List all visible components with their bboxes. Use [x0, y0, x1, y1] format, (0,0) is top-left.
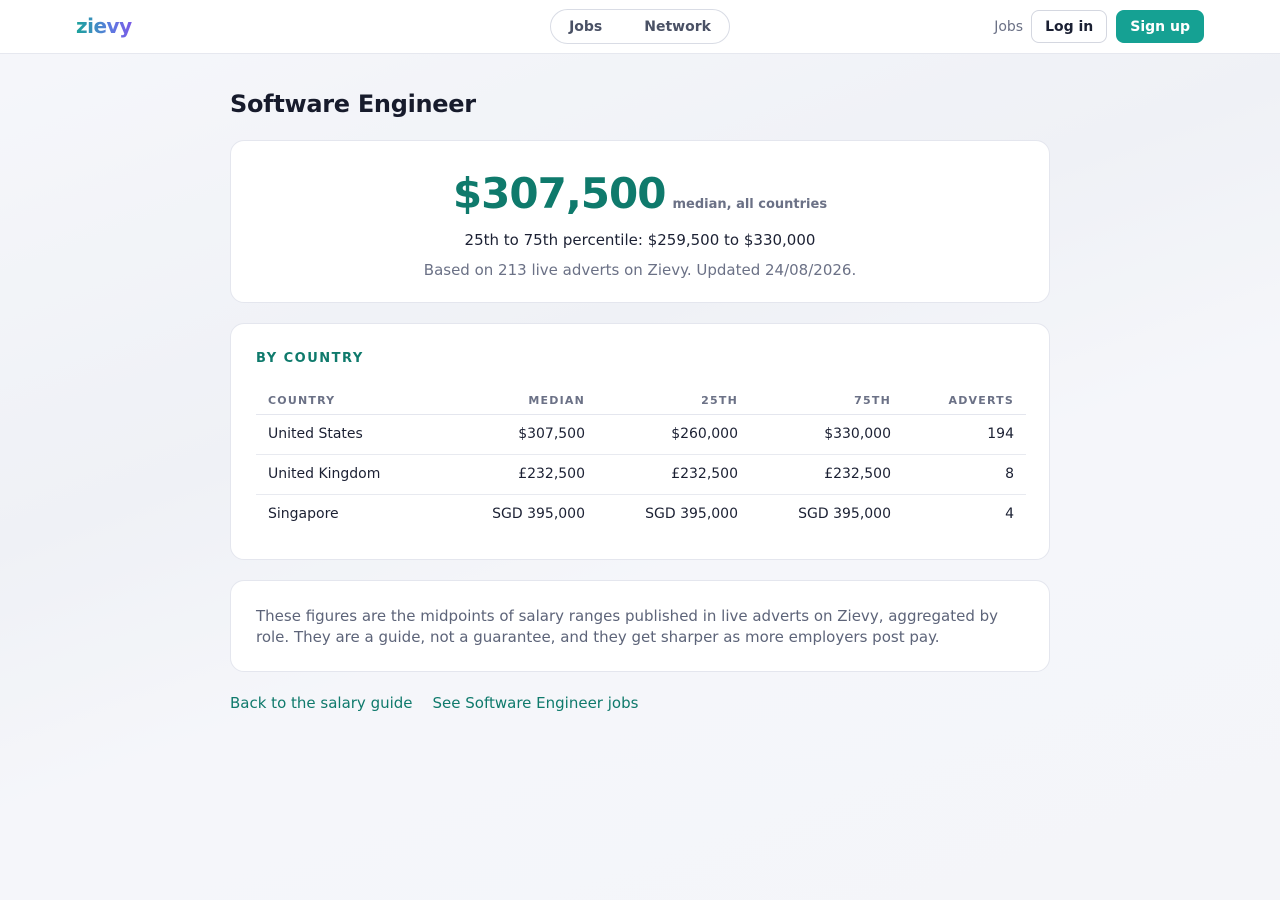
jobs-link[interactable]: Jobs: [994, 19, 1023, 35]
login-button[interactable]: Log in: [1031, 10, 1108, 43]
based-on-note: Based on 213 live adverts on Zievy. Upda…: [423, 261, 857, 279]
cell-adverts: 4: [1005, 506, 1014, 523]
nav-network[interactable]: Network: [623, 19, 732, 35]
page-title: Software Engineer: [230, 90, 476, 118]
right-nav: Jobs Log in Sign up: [994, 10, 1204, 43]
cell-25th: £232,500: [597, 454, 750, 495]
center-nav-pill: Jobs Network: [550, 9, 730, 44]
by-country-card: BY COUNTRY COUNTRY MEDIAN 25TH 75TH ADVE…: [230, 323, 1050, 560]
median-caption: median, all countries: [672, 197, 828, 212]
col-header-median: MEDIAN: [426, 388, 597, 415]
methodology-note-card: These figures are the midpoints of salar…: [230, 580, 1050, 672]
cell-adverts: 8: [903, 454, 1026, 495]
back-to-salary-guide-link[interactable]: Back to the salary guide: [230, 694, 413, 712]
cell-median: SGD 395,000: [492, 506, 585, 523]
cell-75th: SGD 395,000: [798, 506, 891, 523]
cell-25th: $260,000: [597, 414, 750, 455]
table-row: United Kingdom £232,500 £232,500 £232,50…: [256, 454, 1026, 495]
cell-country: United Kingdom: [256, 454, 426, 495]
col-header-75th: 75TH: [750, 388, 903, 415]
zievy-logo[interactable]: zievy: [76, 14, 132, 38]
cell-median: $307,500: [426, 414, 597, 455]
cell-country: Singapore: [268, 506, 339, 523]
cell-25th: SGD 395,000: [645, 506, 738, 523]
cell-75th: £232,500: [750, 454, 903, 495]
footer-links: Back to the salary guide See Software En…: [230, 694, 638, 712]
cell-country: United States: [256, 414, 426, 455]
col-header-country: COUNTRY: [256, 388, 426, 415]
median-value: $307,500: [452, 169, 667, 218]
col-header-25th: 25TH: [597, 388, 750, 415]
median-row: $307,500 median, all countries: [231, 169, 1049, 218]
cell-adverts: 194: [903, 414, 1026, 455]
salary-summary-card: $307,500 median, all countries 25th to 7…: [230, 140, 1050, 303]
nav-jobs[interactable]: Jobs: [548, 19, 623, 35]
cell-median: £232,500: [426, 454, 597, 495]
methodology-note: These figures are the midpoints of salar…: [256, 607, 999, 646]
table-header-row: COUNTRY MEDIAN 25TH 75TH ADVERTS: [256, 388, 1026, 415]
col-header-adverts: ADVERTS: [903, 388, 1026, 415]
table-row: United States $307,500 $260,000 $330,000…: [256, 414, 1026, 455]
signup-button[interactable]: Sign up: [1116, 10, 1204, 43]
see-jobs-link[interactable]: See Software Engineer jobs: [433, 694, 639, 712]
table-row: Singapore SGD 395,000 SGD 395,000 SGD 39…: [256, 494, 1026, 534]
country-table: COUNTRY MEDIAN 25TH 75TH ADVERTS United …: [256, 388, 1026, 534]
cell-75th: $330,000: [750, 414, 903, 455]
top-nav-bar: zievy Jobs Network Jobs Log in Sign up: [0, 0, 1280, 54]
by-country-title: BY COUNTRY: [256, 351, 364, 366]
percentile-range: 25th to 75th percentile: $259,500 to $33…: [464, 231, 816, 249]
